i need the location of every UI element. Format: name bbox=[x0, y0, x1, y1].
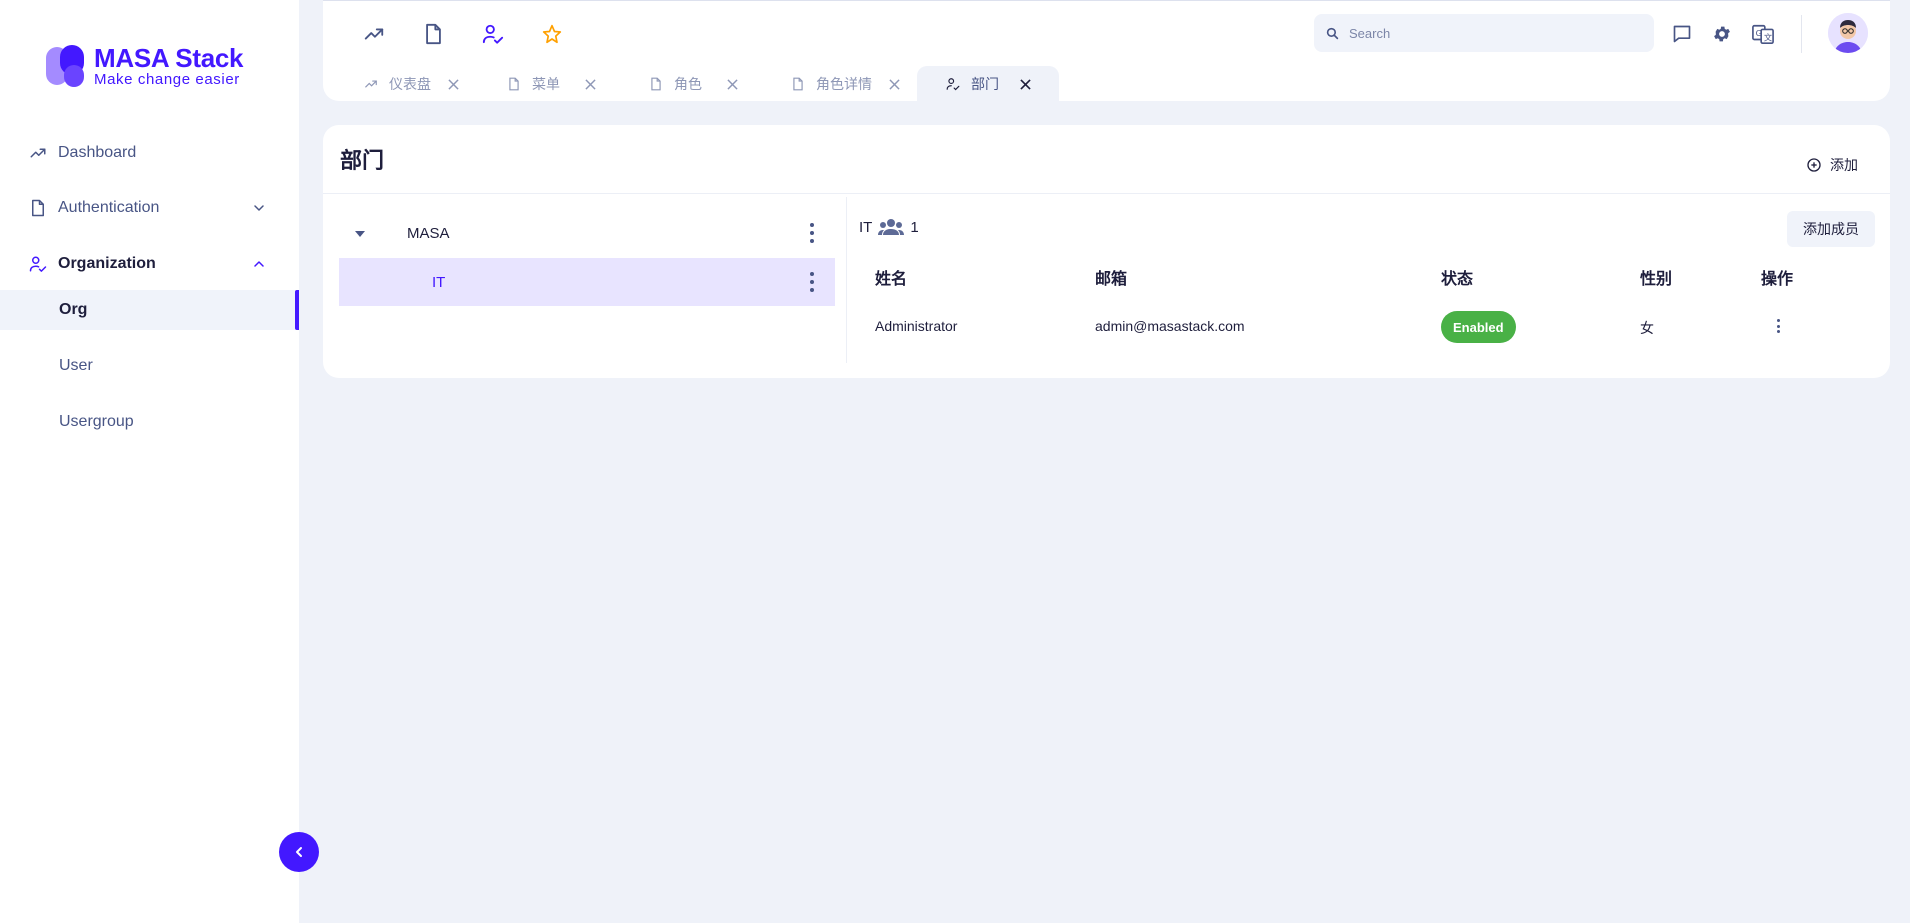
chevron-left-icon bbox=[296, 847, 302, 857]
sidebar-item-user[interactable]: User bbox=[0, 346, 299, 386]
avatar[interactable] bbox=[1828, 13, 1868, 53]
column-header-gender[interactable]: 性别 bbox=[1640, 265, 1672, 289]
sidebar-item-label: User bbox=[59, 357, 93, 374]
department-name: IT bbox=[859, 218, 873, 236]
sidebar-item-org[interactable]: Org bbox=[0, 290, 299, 330]
tab-role-detail[interactable]: 角色详情 bbox=[790, 66, 900, 102]
tab-menu[interactable]: 菜单 bbox=[506, 66, 596, 102]
column-header-email[interactable]: 邮箱 bbox=[1095, 265, 1127, 289]
tree-node-it[interactable]: IT bbox=[339, 258, 835, 306]
masa-logo-icon bbox=[46, 45, 86, 87]
users-icon bbox=[878, 219, 905, 235]
tab-dashboard[interactable]: 仪表盘 bbox=[363, 66, 459, 102]
tab-department[interactable]: 部门 bbox=[917, 66, 1059, 102]
file-icon bbox=[790, 76, 806, 92]
file-icon bbox=[648, 76, 664, 92]
caret-down-icon[interactable] bbox=[354, 227, 366, 239]
brand-subtitle: Make change easier bbox=[94, 71, 240, 88]
tab-role[interactable]: 角色 bbox=[648, 66, 738, 102]
svg-text:文: 文 bbox=[1764, 32, 1772, 42]
file-icon bbox=[506, 76, 522, 92]
add-member-button[interactable]: 添加成员 bbox=[1787, 211, 1875, 247]
search-box[interactable] bbox=[1314, 14, 1654, 52]
tab-label: 角色 bbox=[674, 76, 702, 92]
sidebar: MASA Stack Make change easier Dashboard … bbox=[0, 0, 299, 923]
add-label: 添加 bbox=[1830, 157, 1858, 173]
svg-text:G: G bbox=[1756, 28, 1762, 38]
column-header-name[interactable]: 姓名 bbox=[875, 265, 907, 289]
file-icon[interactable] bbox=[422, 23, 444, 45]
department-card: 部门 添加 MASA IT IT 1 添加成员 姓名 邮箱 状态 性别 操作 A… bbox=[323, 125, 1890, 378]
more-vert-icon[interactable] bbox=[809, 223, 815, 243]
close-icon[interactable] bbox=[584, 78, 596, 90]
trending-up-icon bbox=[28, 143, 48, 163]
sidebar-item-authentication[interactable]: Authentication bbox=[0, 188, 299, 228]
row-actions-icon[interactable] bbox=[1777, 319, 1781, 333]
sidebar-item-label: Org bbox=[59, 301, 88, 318]
divider bbox=[323, 193, 1890, 194]
header-divider bbox=[1801, 15, 1802, 53]
status-badge: Enabled bbox=[1441, 311, 1516, 343]
user-check-icon bbox=[28, 254, 48, 274]
department-header: IT 1 bbox=[859, 218, 919, 236]
trending-up-icon[interactable] bbox=[363, 23, 385, 45]
divider bbox=[846, 197, 847, 363]
chevron-up-icon bbox=[251, 256, 267, 272]
sidebar-item-label: Authentication bbox=[58, 199, 160, 216]
translate-icon[interactable]: G文 bbox=[1750, 23, 1776, 45]
collapse-sidebar-button[interactable] bbox=[279, 832, 319, 872]
message-icon[interactable] bbox=[1671, 23, 1693, 45]
tab-label: 菜单 bbox=[532, 76, 560, 92]
add-button[interactable]: 添加 bbox=[1794, 147, 1870, 183]
close-icon[interactable] bbox=[726, 78, 738, 90]
column-header-status[interactable]: 状态 bbox=[1441, 265, 1473, 289]
tab-label: 部门 bbox=[971, 76, 999, 92]
sidebar-item-usergroup[interactable]: Usergroup bbox=[0, 402, 299, 442]
column-header-actions[interactable]: 操作 bbox=[1761, 265, 1793, 289]
search-input[interactable] bbox=[1349, 25, 1629, 41]
top-header: G文 仪表盘 菜单 角色 角色详情 部门 bbox=[323, 0, 1890, 102]
tab-label: 角色详情 bbox=[816, 76, 872, 92]
sidebar-item-label: Dashboard bbox=[58, 144, 137, 161]
star-icon[interactable] bbox=[541, 23, 563, 45]
user-check-icon[interactable] bbox=[482, 23, 504, 45]
tree-node-label: IT bbox=[432, 273, 446, 291]
brand-title: MASA Stack bbox=[94, 43, 244, 73]
cell-email: admin@masastack.com bbox=[1095, 318, 1245, 334]
plus-circle-icon bbox=[1807, 158, 1821, 172]
logo[interactable]: MASA Stack Make change easier bbox=[46, 43, 244, 88]
user-check-icon bbox=[945, 76, 961, 92]
sidebar-item-organization[interactable]: Organization bbox=[0, 244, 299, 284]
close-icon[interactable] bbox=[888, 78, 900, 90]
chevron-down-icon bbox=[251, 200, 267, 216]
page-title: 部门 bbox=[340, 148, 385, 173]
member-count: 1 bbox=[910, 218, 919, 236]
cell-name: Administrator bbox=[875, 318, 958, 334]
tree-node-masa[interactable]: MASA bbox=[339, 209, 835, 257]
trending-up-icon bbox=[363, 76, 379, 92]
close-icon[interactable] bbox=[1019, 78, 1031, 90]
file-icon bbox=[28, 198, 48, 218]
tree-node-label: MASA bbox=[407, 224, 450, 242]
tab-label: 仪表盘 bbox=[389, 76, 431, 92]
sidebar-item-label: Usergroup bbox=[59, 413, 134, 430]
sidebar-item-dashboard[interactable]: Dashboard bbox=[0, 133, 299, 173]
sidebar-item-label: Organization bbox=[58, 255, 156, 272]
search-icon bbox=[1326, 27, 1339, 39]
gear-icon[interactable] bbox=[1711, 23, 1733, 45]
more-vert-icon[interactable] bbox=[809, 272, 815, 292]
close-icon[interactable] bbox=[447, 78, 459, 90]
cell-gender: 女 bbox=[1640, 320, 1654, 336]
